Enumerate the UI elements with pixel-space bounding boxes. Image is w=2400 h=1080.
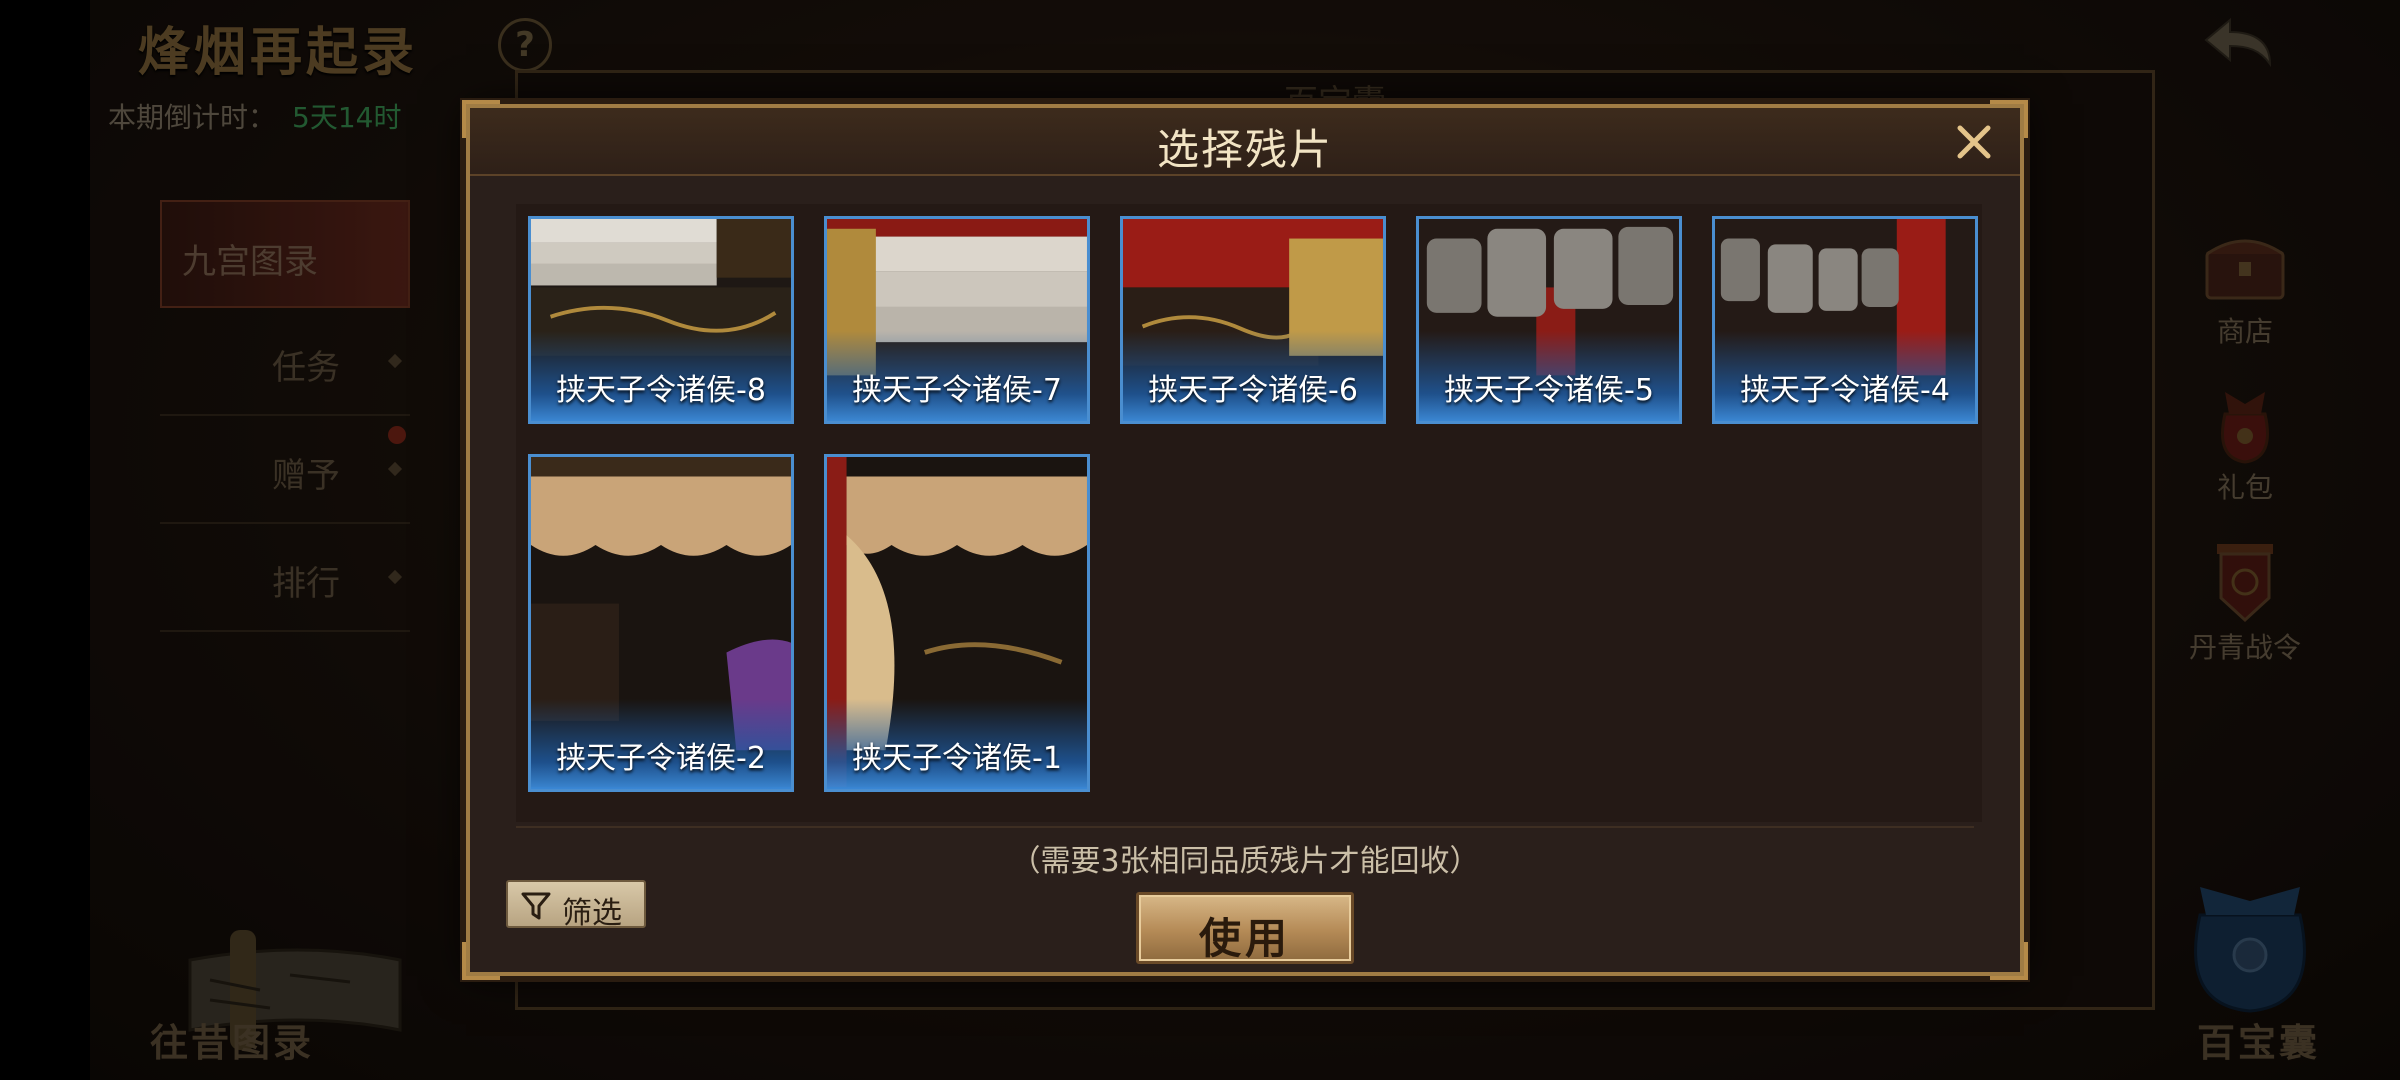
close-icon[interactable] — [1948, 116, 2000, 168]
recycle-hint: （需要3张相同品质残片才能回收） — [1010, 844, 1480, 879]
fragment-card-8[interactable]: 挟天子令诸侯-8 — [528, 216, 794, 424]
ornament-corner — [462, 942, 500, 980]
funnel-icon — [521, 892, 551, 920]
fragment-name: 挟天子令诸侯-6 — [1148, 373, 1358, 408]
fragment-name: 挟天子令诸侯-4 — [1740, 373, 1950, 408]
fragment-card-4[interactable]: 挟天子令诸侯-4 — [1712, 216, 1978, 424]
use-label: 使用 — [1198, 914, 1291, 963]
fragment-grid: 挟天子令诸侯-8 挟天子令诸侯-7 挟天子令诸侯-6 挟天子令诸侯-5 挟天子令… — [516, 204, 1982, 822]
fragment-card-7[interactable]: 挟天子令诸侯-7 — [824, 216, 1090, 424]
filter-label: 筛选 — [562, 896, 622, 931]
ornament-corner — [1990, 942, 2028, 980]
filter-button[interactable]: 筛选 — [506, 880, 646, 931]
fragment-card-5[interactable]: 挟天子令诸侯-5 — [1416, 216, 1682, 424]
fragment-name: 挟天子令诸侯-7 — [852, 373, 1062, 408]
fragment-card-1[interactable]: 挟天子令诸侯-1 — [824, 454, 1090, 792]
fragment-name: 挟天子令诸侯-1 — [852, 741, 1062, 776]
divider — [516, 826, 1974, 828]
fragment-name: 挟天子令诸侯-2 — [556, 741, 766, 776]
select-fragment-dialog: 选择残片 挟天子令诸侯-8 挟天子令诸侯-7 挟天子令诸侯-6 挟天子令诸侯-5… — [462, 100, 2028, 980]
dialog-header: 选择残片 — [470, 108, 2020, 176]
dialog-title: 选择残片 — [1156, 125, 1333, 174]
fragment-card-6[interactable]: 挟天子令诸侯-6 — [1120, 216, 1386, 424]
fragment-name: 挟天子令诸侯-8 — [556, 373, 766, 408]
fragment-name: 挟天子令诸侯-5 — [1444, 373, 1654, 408]
use-button[interactable]: 使用 — [1136, 892, 1354, 964]
fragment-card-2[interactable]: 挟天子令诸侯-2 — [528, 454, 794, 792]
